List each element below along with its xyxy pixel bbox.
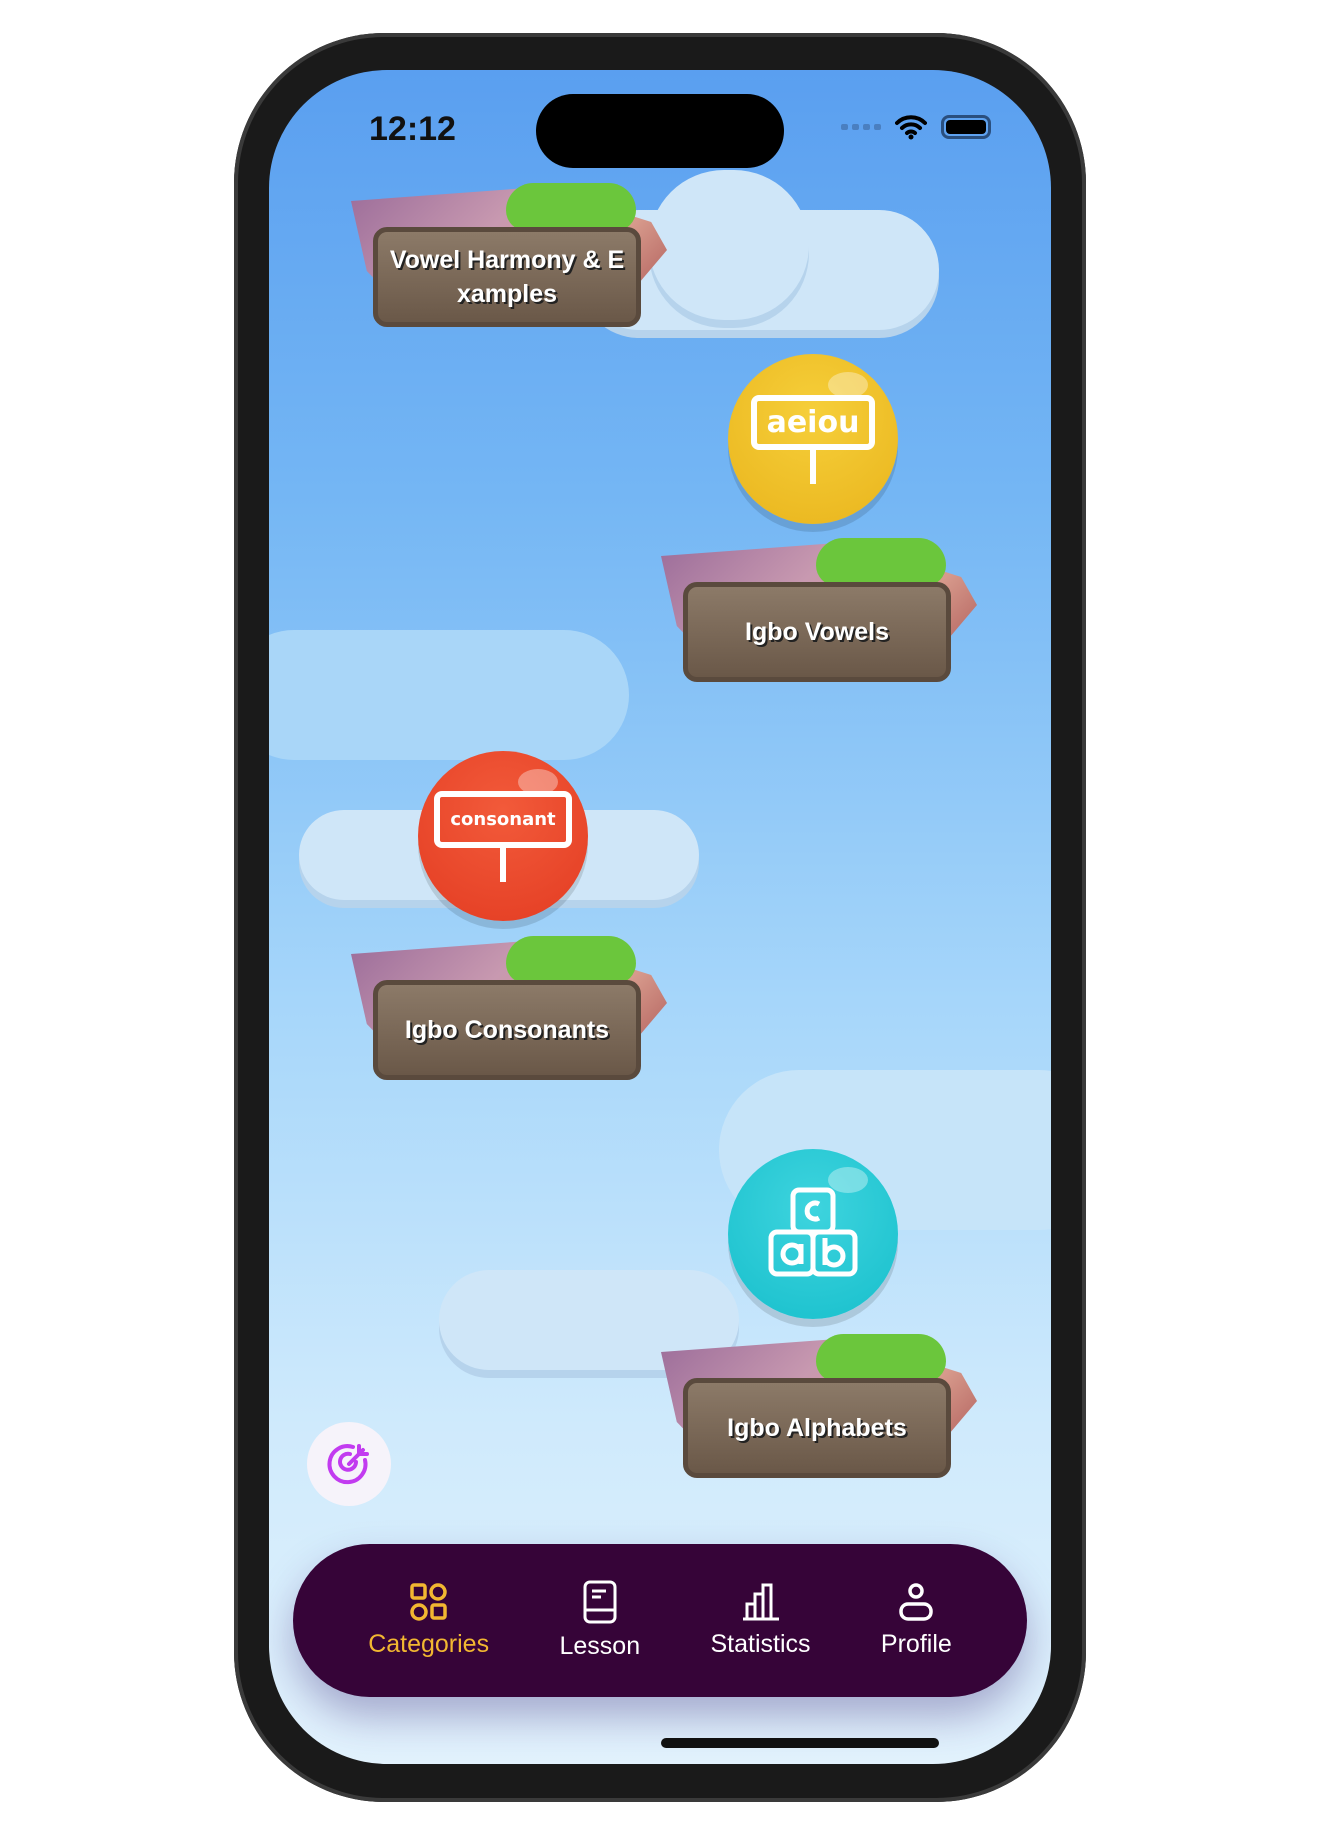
lesson-label: Igbo Alphabets: [683, 1378, 951, 1478]
tab-label: Categories: [368, 1630, 490, 1658]
lesson-label: Vowel Harmony & E xamples: [373, 227, 641, 327]
cloud: [649, 170, 809, 320]
icon-text: consonant: [434, 790, 572, 848]
wifi-icon: [895, 115, 927, 140]
tab-statistics[interactable]: Statistics: [711, 1582, 811, 1659]
lesson-igbo-vowels[interactable]: Igbo Vowels: [661, 538, 977, 692]
aeiou-sign-icon: aeiou: [750, 394, 876, 484]
abc-blocks-icon: [768, 1187, 858, 1277]
tab-profile[interactable]: Profile: [881, 1582, 952, 1659]
grass: [816, 1334, 946, 1382]
lesson-igbo-alphabets[interactable]: Igbo Alphabets: [661, 1334, 977, 1488]
tab-categories[interactable]: Categories: [368, 1582, 489, 1659]
lesson-label: Igbo Consonants: [373, 980, 641, 1080]
lesson-igbo-consonants[interactable]: Igbo Consonants: [351, 936, 667, 1090]
dynamic-island: [536, 94, 784, 168]
home-indicator[interactable]: [661, 1738, 939, 1748]
book-icon: [583, 1580, 617, 1624]
grass: [816, 538, 946, 586]
bar-chart-icon: [742, 1583, 779, 1621]
status-icons: [841, 114, 991, 140]
consonant-sign-icon: consonant: [434, 790, 572, 882]
tab-label: Lesson: [559, 1632, 641, 1660]
lesson-igbo-consonants-button[interactable]: consonant: [418, 751, 588, 921]
tab-label: Profile: [880, 1630, 952, 1658]
lesson-igbo-alphabets-button[interactable]: [728, 1149, 898, 1319]
status-time: 12:12: [369, 110, 456, 148]
grass: [506, 936, 636, 984]
battery-icon: [941, 115, 991, 139]
lesson-vowel-harmony[interactable]: Vowel Harmony & E xamples: [351, 183, 667, 337]
tab-lesson[interactable]: Lesson: [559, 1580, 640, 1661]
bottom-tab-bar: Categories Lesson Statistics Profile: [293, 1544, 1027, 1697]
tab-label: Statistics: [710, 1630, 811, 1658]
icon-text: aeiou: [750, 394, 876, 450]
lesson-igbo-vowels-button[interactable]: aeiou: [728, 354, 898, 524]
grid-icon: [409, 1583, 447, 1621]
target-icon: [327, 1444, 369, 1485]
grass: [506, 183, 636, 231]
app-screen: 12:12 Vowel Harmony & E xamples aeiou Ig…: [269, 70, 1051, 1764]
signal-icon: [841, 124, 881, 130]
target-button[interactable]: [307, 1422, 391, 1506]
user-icon: [899, 1583, 934, 1621]
cloud: [269, 630, 629, 760]
lesson-label: Igbo Vowels: [683, 582, 951, 682]
